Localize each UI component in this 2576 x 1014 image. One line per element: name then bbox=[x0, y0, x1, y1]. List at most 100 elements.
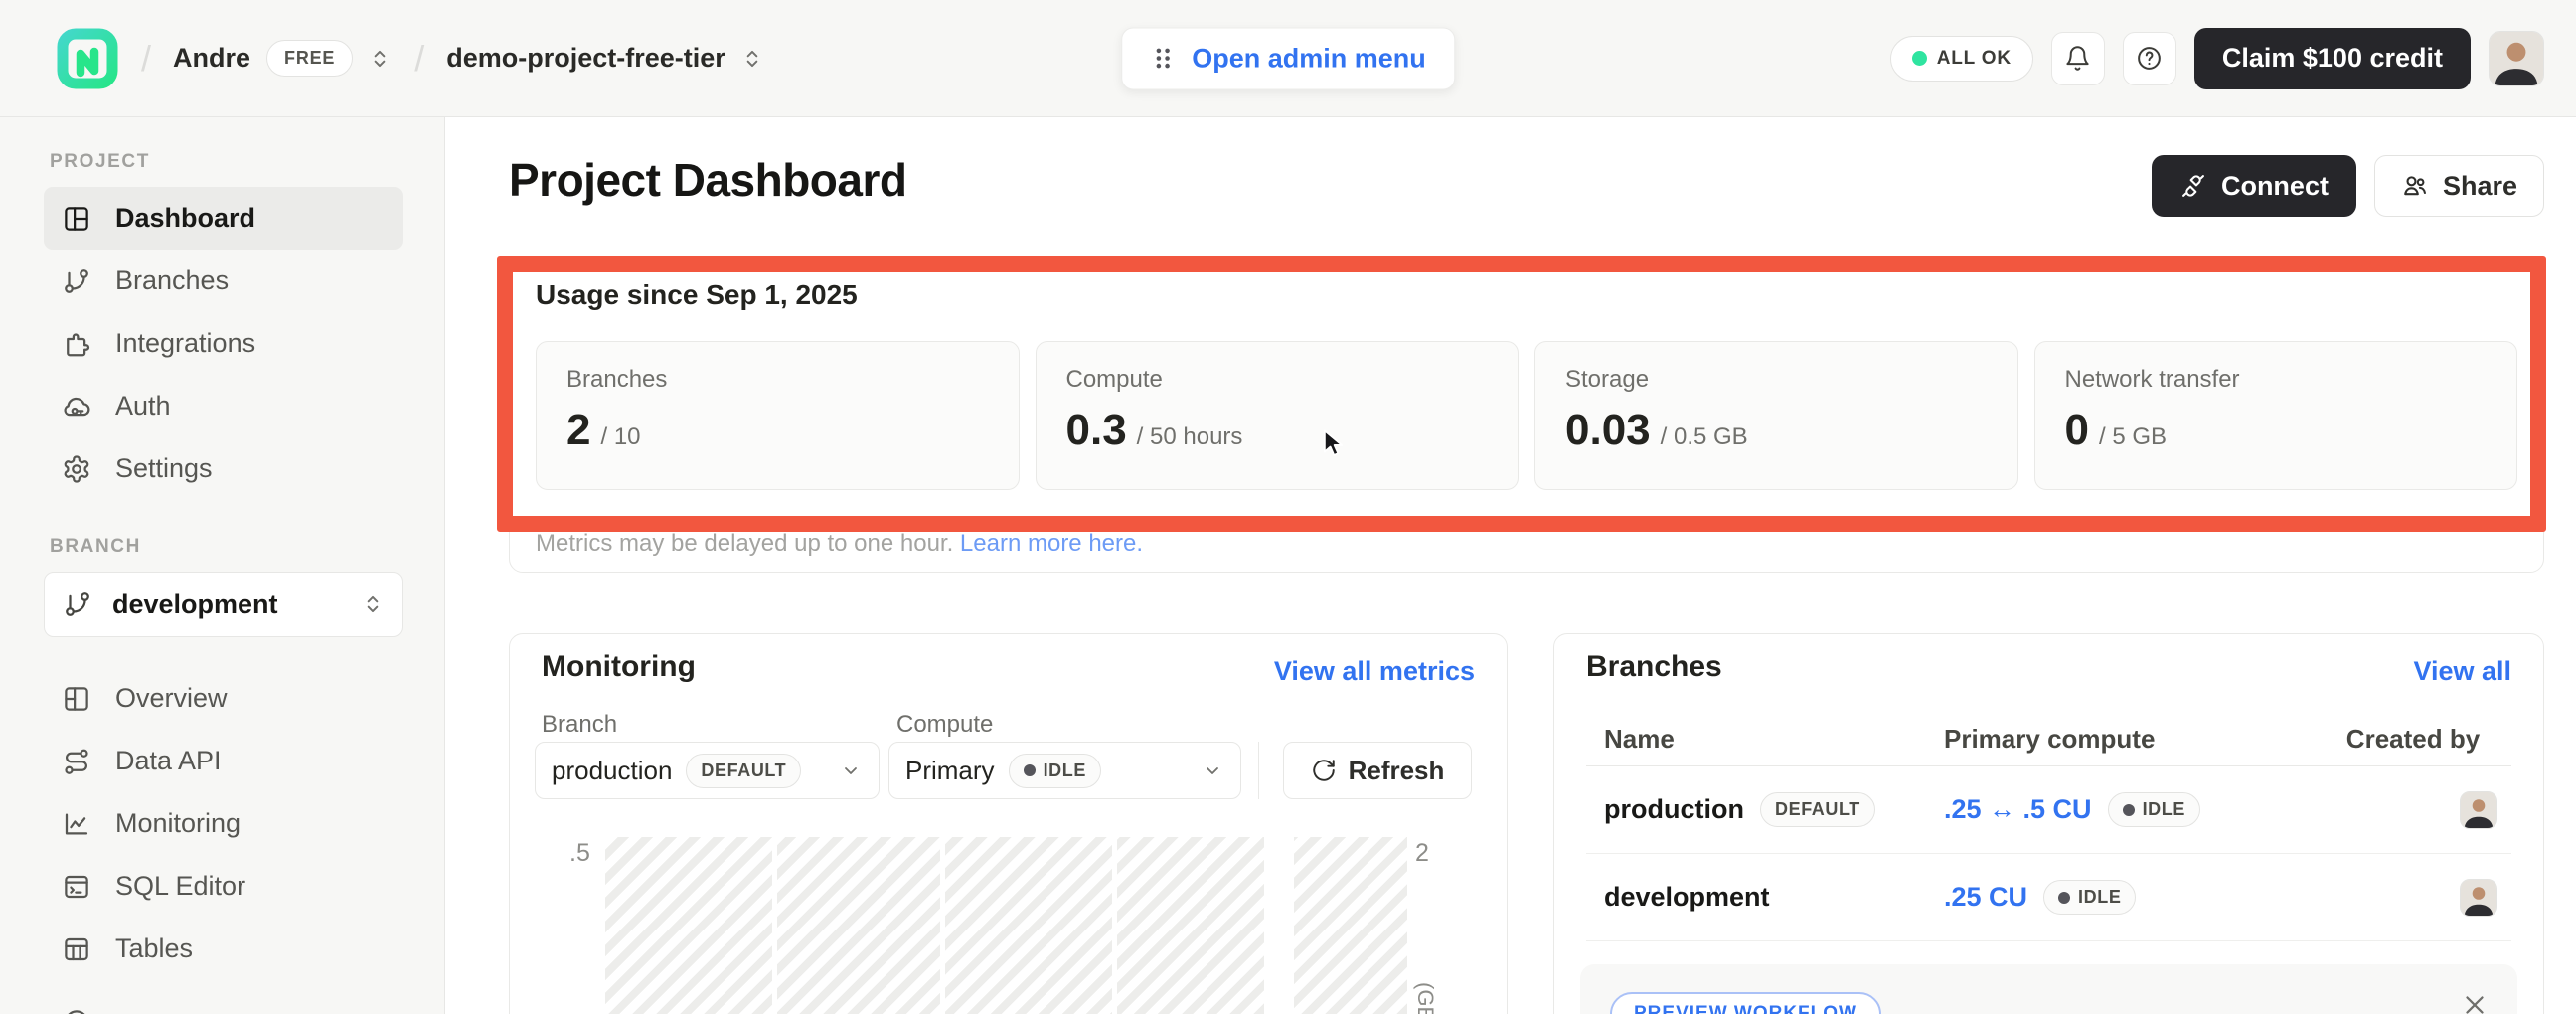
status-badge[interactable]: ALL OK bbox=[1890, 36, 2033, 82]
preview-workflow-badge: PREVIEW WORKFLOW bbox=[1610, 992, 1881, 1014]
connect-label: Connect bbox=[2221, 171, 2329, 202]
compute-size-link[interactable]: .25 ↔ .5 CU bbox=[1944, 794, 2092, 825]
compute-dropdown-value: Primary bbox=[905, 756, 995, 786]
view-all-branches-link[interactable]: View all bbox=[2413, 656, 2511, 687]
refresh-label: Refresh bbox=[1349, 756, 1445, 786]
branches-panel: Branches View all Name Primary compute C… bbox=[1553, 633, 2544, 1014]
chart-gridline bbox=[772, 837, 777, 1014]
sidebar-item-label: Branches bbox=[115, 265, 229, 296]
overview-icon bbox=[62, 684, 91, 714]
monitoring-heading: Monitoring bbox=[542, 650, 696, 684]
puzzle-icon bbox=[62, 329, 91, 359]
compute-dropdown[interactable]: Primary IDLE bbox=[888, 742, 1241, 799]
sidebar-item-overview[interactable]: Overview bbox=[44, 667, 402, 730]
preview-workflow-card: PREVIEW WORKFLOW bbox=[1580, 964, 2517, 1014]
people-icon bbox=[2401, 172, 2429, 200]
branch-dropdown-value: production bbox=[552, 756, 672, 786]
usage-note-link[interactable]: Learn more here. bbox=[960, 530, 1143, 557]
sidebar-item-dashboard[interactable]: Dashboard bbox=[44, 187, 402, 250]
branch-row-production[interactable]: production DEFAULT .25 ↔ .5 CU IDLE bbox=[1586, 766, 2511, 854]
sidebar-item-label: Auth bbox=[115, 391, 171, 422]
sidebar-item-partial[interactable] bbox=[44, 980, 402, 1014]
sidebar-item-monitoring[interactable]: Monitoring bbox=[44, 792, 402, 855]
sidebar-section-project: PROJECT bbox=[50, 151, 402, 173]
usage-card-branches: Branches 2 / 10 bbox=[536, 341, 1020, 490]
avatar-image bbox=[2490, 32, 2543, 85]
branch-name: production bbox=[1604, 794, 1744, 825]
drag-handle-icon bbox=[1150, 46, 1176, 72]
branch-name: development bbox=[1604, 882, 1770, 913]
org-name[interactable]: Andre bbox=[173, 43, 250, 74]
notifications-button[interactable] bbox=[2051, 32, 2105, 85]
breadcrumb-separator: / bbox=[414, 38, 424, 80]
compute-field-label: Compute bbox=[896, 711, 993, 739]
default-badge: DEFAULT bbox=[686, 754, 801, 788]
sidebar-item-data-api[interactable]: Data API bbox=[44, 730, 402, 792]
breadcrumb: / Andre FREE / demo-project-free-tier bbox=[56, 27, 765, 90]
sidebar-item-integrations[interactable]: Integrations bbox=[44, 312, 402, 375]
refresh-icon bbox=[1311, 758, 1337, 783]
idle-dot bbox=[1024, 764, 1036, 776]
chevron-down-icon bbox=[839, 759, 863, 782]
chart-gridline bbox=[1112, 837, 1117, 1014]
idle-badge: IDLE bbox=[2108, 792, 2200, 827]
branch-selector-value: development bbox=[112, 590, 278, 620]
share-button[interactable]: Share bbox=[2374, 155, 2544, 217]
sidebar-item-label: Data API bbox=[115, 746, 222, 776]
branch-row-development[interactable]: development .25 CU IDLE bbox=[1586, 854, 2511, 941]
usage-card-limit: / 50 hours bbox=[1137, 423, 1243, 451]
sidebar-item-label: Monitoring bbox=[115, 808, 241, 839]
usage-card-label: Compute bbox=[1066, 366, 1489, 394]
neon-console: / Andre FREE / demo-project-free-tier Op… bbox=[0, 0, 2576, 1014]
project-switcher-icon[interactable] bbox=[739, 46, 765, 72]
help-button[interactable] bbox=[2123, 32, 2176, 85]
page-title: Project Dashboard bbox=[509, 153, 907, 207]
sidebar-item-branches[interactable]: Branches bbox=[44, 250, 402, 312]
claim-credit-label: Claim $100 credit bbox=[2222, 43, 2443, 74]
chevron-updown-icon bbox=[360, 592, 386, 617]
topbar-actions: ALL OK Claim $100 credit bbox=[1890, 28, 2544, 89]
sidebar-item-tables[interactable]: Tables bbox=[44, 918, 402, 980]
y-axis-unit-label: (GB) bbox=[1412, 982, 1438, 1014]
open-admin-menu-button[interactable]: Open admin menu bbox=[1121, 27, 1455, 89]
sidebar-item-settings[interactable]: Settings bbox=[44, 437, 402, 500]
usage-note-text: Metrics may be delayed up to one hour. bbox=[536, 530, 953, 557]
usage-card-limit: / 10 bbox=[600, 423, 640, 451]
branch-selector[interactable]: development bbox=[44, 572, 402, 637]
user-avatar[interactable] bbox=[2489, 31, 2544, 86]
branch-dropdown[interactable]: production DEFAULT bbox=[535, 742, 880, 799]
close-icon[interactable] bbox=[2460, 990, 2490, 1014]
sidebar-item-label: Dashboard bbox=[115, 203, 255, 234]
sidebar: PROJECT Dashboard Branches Integrations bbox=[0, 117, 445, 1014]
compute-size-link[interactable]: .25 CU bbox=[1944, 882, 2027, 913]
refresh-button[interactable]: Refresh bbox=[1283, 742, 1472, 799]
usage-section: Usage since Sep 1, 2025 Branches 2 / 10 … bbox=[509, 266, 2544, 573]
sidebar-item-auth[interactable]: Auth bbox=[44, 375, 402, 437]
column-primary-compute: Primary compute bbox=[1944, 724, 2315, 755]
route-icon bbox=[62, 747, 91, 776]
git-branch-icon bbox=[62, 266, 91, 296]
view-all-metrics-link[interactable]: View all metrics bbox=[1274, 656, 1475, 687]
idle-label: IDLE bbox=[1044, 760, 1086, 781]
branch-field-label: Branch bbox=[542, 711, 617, 739]
monitoring-panel: Monitoring View all metrics Branch Compu… bbox=[509, 633, 1508, 1014]
neon-logo-icon[interactable] bbox=[56, 27, 119, 90]
claim-credit-button[interactable]: Claim $100 credit bbox=[2194, 28, 2471, 89]
controls-divider bbox=[1258, 742, 1259, 799]
sidebar-section-branch: BRANCH bbox=[50, 536, 402, 558]
usage-note: Metrics may be delayed up to one hour. L… bbox=[536, 530, 1143, 558]
project-name[interactable]: demo-project-free-tier bbox=[446, 43, 725, 74]
cloud-key-icon bbox=[62, 392, 91, 422]
idle-badge: IDLE bbox=[2043, 880, 2136, 915]
sidebar-item-label: SQL Editor bbox=[115, 871, 245, 902]
page-actions: Connect Share bbox=[2152, 155, 2544, 217]
sql-editor-icon bbox=[62, 872, 91, 902]
creator-avatar bbox=[2460, 879, 2497, 917]
line-chart-icon bbox=[62, 809, 91, 839]
connect-button[interactable]: Connect bbox=[2152, 155, 2356, 217]
mouse-cursor bbox=[1318, 427, 1350, 459]
chart-placeholder bbox=[605, 837, 1407, 1014]
org-switcher-icon[interactable] bbox=[367, 46, 393, 72]
sidebar-item-sql-editor[interactable]: SQL Editor bbox=[44, 855, 402, 918]
status-ok-dot bbox=[1912, 51, 1927, 66]
